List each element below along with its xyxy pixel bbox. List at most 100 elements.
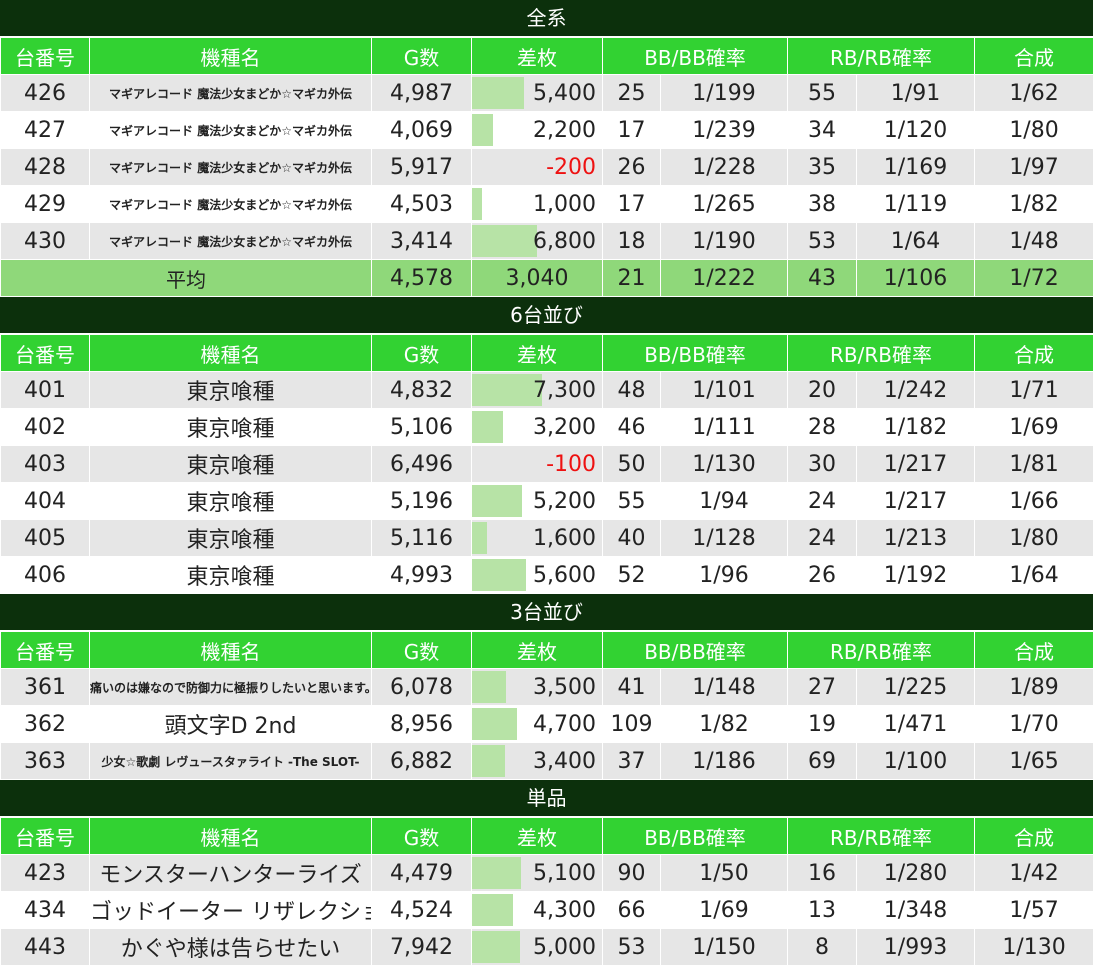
header-no: 台番号 xyxy=(1,38,90,75)
machine-number: 404 xyxy=(1,483,90,520)
table-row: 402東京喰種5,1063,200461/111281/1821/69 xyxy=(1,409,1093,446)
machine-number: 401 xyxy=(1,372,90,409)
bb-probability: 1/228 xyxy=(661,149,788,186)
combined-probability: 1/130 xyxy=(975,929,1093,966)
average-g: 4,578 xyxy=(372,260,472,297)
rb-probability: 1/192 xyxy=(857,557,975,594)
average-sa: 3,040 xyxy=(472,260,603,297)
header-rb: RB/RB確率 xyxy=(788,335,975,372)
header-row: 台番号機種名G数差枚BB/BB確率RB/RB確率合成 xyxy=(1,818,1093,855)
diff-cell: 3,500 xyxy=(472,669,603,706)
bb-probability: 1/94 xyxy=(661,483,788,520)
rb-count: 24 xyxy=(788,483,857,520)
header-name: 機種名 xyxy=(90,818,372,855)
diff-value: -100 xyxy=(546,452,596,477)
table-row: 404東京喰種5,1965,200551/94241/2171/66 xyxy=(1,483,1093,520)
bb-count: 25 xyxy=(603,75,661,112)
diff-cell: 4,700 xyxy=(472,706,603,743)
bb-probability: 1/239 xyxy=(661,112,788,149)
table-row: 429マギアレコード 魔法少女まどか☆マギカ外伝4,5031,000171/26… xyxy=(1,186,1093,223)
diff-bar xyxy=(472,671,506,703)
rb-probability: 1/471 xyxy=(857,706,975,743)
game-count: 4,832 xyxy=(372,372,472,409)
diff-bar xyxy=(472,77,524,109)
diff-value: 6,800 xyxy=(533,229,596,254)
machine-name: かぐや様は告らせたい xyxy=(90,929,372,966)
diff-value: 5,400 xyxy=(533,81,596,106)
diff-value: 4,700 xyxy=(533,712,596,737)
game-count: 5,196 xyxy=(372,483,472,520)
bb-count: 109 xyxy=(603,706,661,743)
header-rb: RB/RB確率 xyxy=(788,632,975,669)
diff-value: 3,400 xyxy=(533,749,596,774)
rb-count: 24 xyxy=(788,520,857,557)
header-name: 機種名 xyxy=(90,335,372,372)
header-row: 台番号機種名G数差枚BB/BB確率RB/RB確率合成 xyxy=(1,632,1093,669)
machine-name: 東京喰種 xyxy=(90,483,372,520)
header-gousei: 合成 xyxy=(975,818,1093,855)
combined-probability: 1/69 xyxy=(975,409,1093,446)
section-title: 6台並び xyxy=(0,297,1093,334)
table-row: 406東京喰種4,9935,600521/96261/1921/64 xyxy=(1,557,1093,594)
rb-probability: 1/100 xyxy=(857,743,975,780)
combined-probability: 1/89 xyxy=(975,669,1093,706)
header-name: 機種名 xyxy=(90,632,372,669)
diff-bar xyxy=(472,708,517,740)
header-no: 台番号 xyxy=(1,632,90,669)
game-count: 6,496 xyxy=(372,446,472,483)
machine-number: 405 xyxy=(1,520,90,557)
diff-bar xyxy=(472,931,520,963)
average-rb-prob: 1/106 xyxy=(857,260,975,297)
diff-cell: 2,200 xyxy=(472,112,603,149)
diff-bar xyxy=(472,559,526,591)
machine-name: 少女☆歌劇 レヴュースタァライト -The SLOT- xyxy=(90,743,372,780)
diff-value: 2,200 xyxy=(533,118,596,143)
header-sa: 差枚 xyxy=(472,632,603,669)
rb-count: 34 xyxy=(788,112,857,149)
game-count: 8,956 xyxy=(372,706,472,743)
game-count: 4,524 xyxy=(372,892,472,929)
diff-cell: 7,300 xyxy=(472,372,603,409)
machine-number: 423 xyxy=(1,855,90,892)
game-count: 4,993 xyxy=(372,557,472,594)
rb-count: 27 xyxy=(788,669,857,706)
rb-probability: 1/169 xyxy=(857,149,975,186)
diff-cell: 5,600 xyxy=(472,557,603,594)
diff-bar xyxy=(472,745,505,777)
bb-probability: 1/148 xyxy=(661,669,788,706)
diff-cell: 5,100 xyxy=(472,855,603,892)
machine-name: マギアレコード 魔法少女まどか☆マギカ外伝 xyxy=(90,112,372,149)
bb-probability: 1/69 xyxy=(661,892,788,929)
diff-cell: 6,800 xyxy=(472,223,603,260)
rb-probability: 1/120 xyxy=(857,112,975,149)
header-g: G数 xyxy=(372,38,472,75)
combined-probability: 1/80 xyxy=(975,112,1093,149)
diff-bar xyxy=(472,114,493,146)
average-gousei: 1/72 xyxy=(975,260,1093,297)
header-row: 台番号機種名G数差枚BB/BB確率RB/RB確率合成 xyxy=(1,38,1093,75)
combined-probability: 1/57 xyxy=(975,892,1093,929)
rb-count: 28 xyxy=(788,409,857,446)
machine-name: マギアレコード 魔法少女まどか☆マギカ外伝 xyxy=(90,223,372,260)
machine-number: 434 xyxy=(1,892,90,929)
header-row: 台番号機種名G数差枚BB/BB確率RB/RB確率合成 xyxy=(1,335,1093,372)
section-title: 3台並び xyxy=(0,594,1093,631)
table-row: 426マギアレコード 魔法少女まどか☆マギカ外伝4,9875,400251/19… xyxy=(1,75,1093,112)
combined-probability: 1/80 xyxy=(975,520,1093,557)
bb-probability: 1/265 xyxy=(661,186,788,223)
machine-number: 429 xyxy=(1,186,90,223)
header-bb: BB/BB確率 xyxy=(603,335,788,372)
table-row: 430マギアレコード 魔法少女まどか☆マギカ外伝3,4146,800181/19… xyxy=(1,223,1093,260)
machine-name: 東京喰種 xyxy=(90,557,372,594)
combined-probability: 1/70 xyxy=(975,706,1093,743)
header-name: 機種名 xyxy=(90,38,372,75)
bb-count: 52 xyxy=(603,557,661,594)
rb-probability: 1/217 xyxy=(857,483,975,520)
combined-probability: 1/42 xyxy=(975,855,1093,892)
diff-bar xyxy=(472,894,513,926)
machine-number: 443 xyxy=(1,929,90,966)
data-table: 台番号機種名G数差枚BB/BB確率RB/RB確率合成426マギアレコード 魔法少… xyxy=(0,37,1093,297)
average-row: 平均4,5783,040211/222431/1061/72 xyxy=(1,260,1093,297)
machine-name: ゴッドイーター リザレクション xyxy=(90,892,372,929)
table-row: 423モンスターハンターライズ4,4795,100901/50161/2801/… xyxy=(1,855,1093,892)
